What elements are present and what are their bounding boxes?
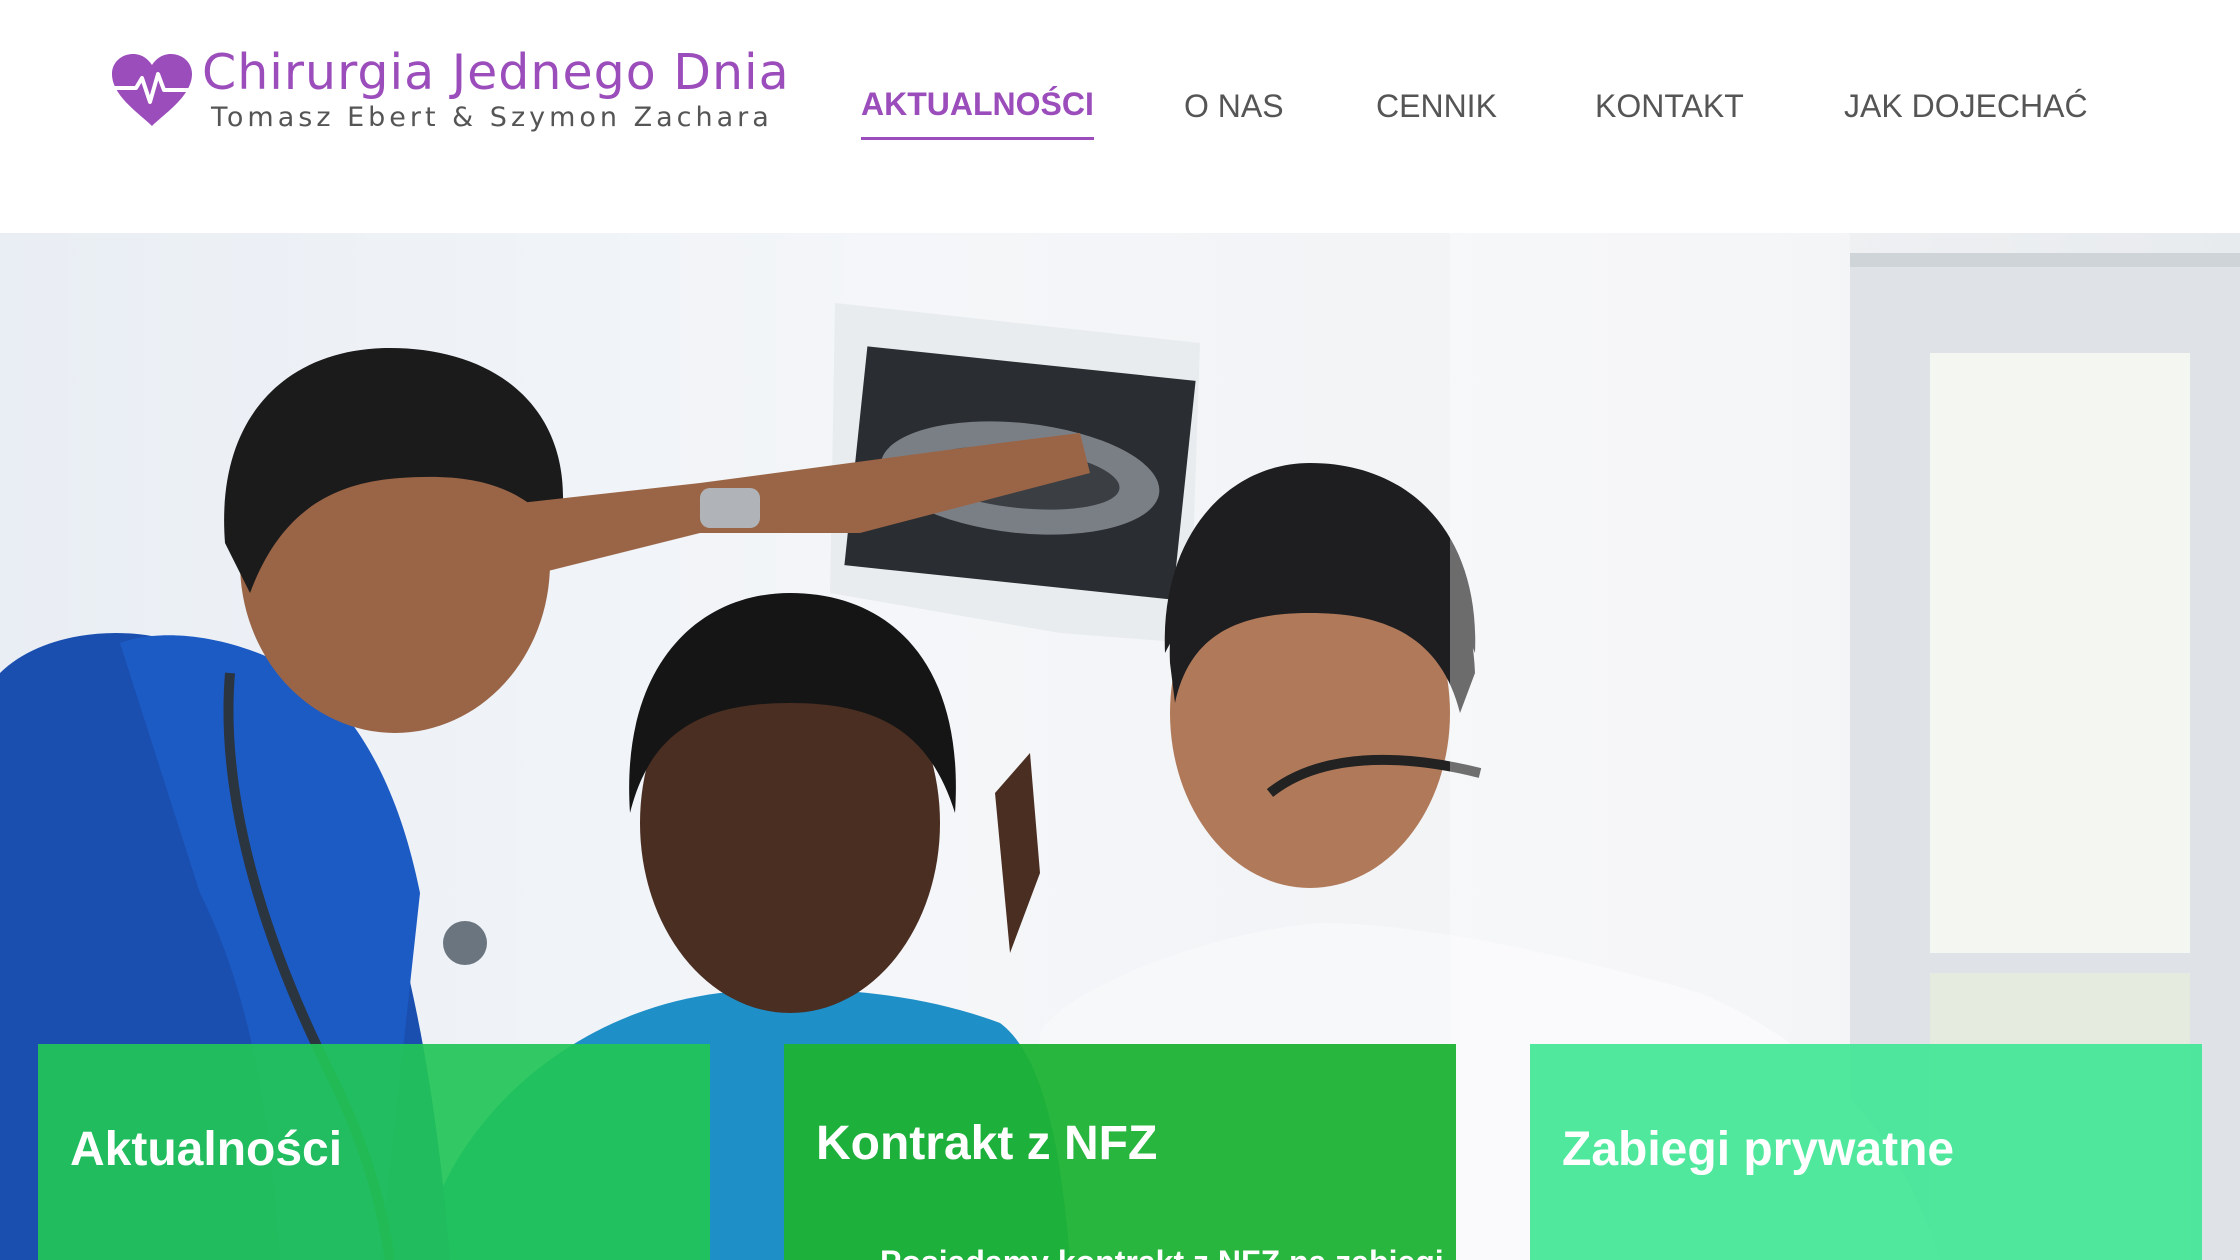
card-text: Posiadamy kontrakt z NFZ na zabiegi: [880, 1244, 1444, 1260]
card-title: Zabiegi prywatne: [1562, 1123, 1955, 1176]
card-kontrakt-nfz[interactable]: Kontrakt z NFZ Posiadamy kontrakt z NFZ …: [784, 1044, 1456, 1260]
nav-item-aktualnosci[interactable]: AKTUALNOŚCI: [861, 86, 1094, 140]
nav-item-kontakt[interactable]: KONTAKT: [1595, 88, 1744, 125]
card-title: Kontrakt z NFZ: [816, 1117, 1158, 1170]
nav-item-o-nas[interactable]: O NAS: [1184, 88, 1284, 125]
site-header: Chirurgia Jednego Dnia Tomasz Ebert & Sz…: [0, 0, 2240, 233]
card-zabiegi-prywatne[interactable]: Zabiegi prywatne: [1530, 1044, 2202, 1260]
card-title: Aktualności: [70, 1123, 343, 1176]
nav-item-jak-dojechac[interactable]: JAK DOJECHAĆ: [1844, 88, 2088, 125]
card-aktualnosci[interactable]: Aktualności: [38, 1044, 710, 1260]
main-nav: AKTUALNOŚCI O NAS CENNIK KONTAKT JAK DOJ…: [0, 82, 2240, 152]
nav-item-cennik[interactable]: CENNIK: [1376, 88, 1497, 125]
